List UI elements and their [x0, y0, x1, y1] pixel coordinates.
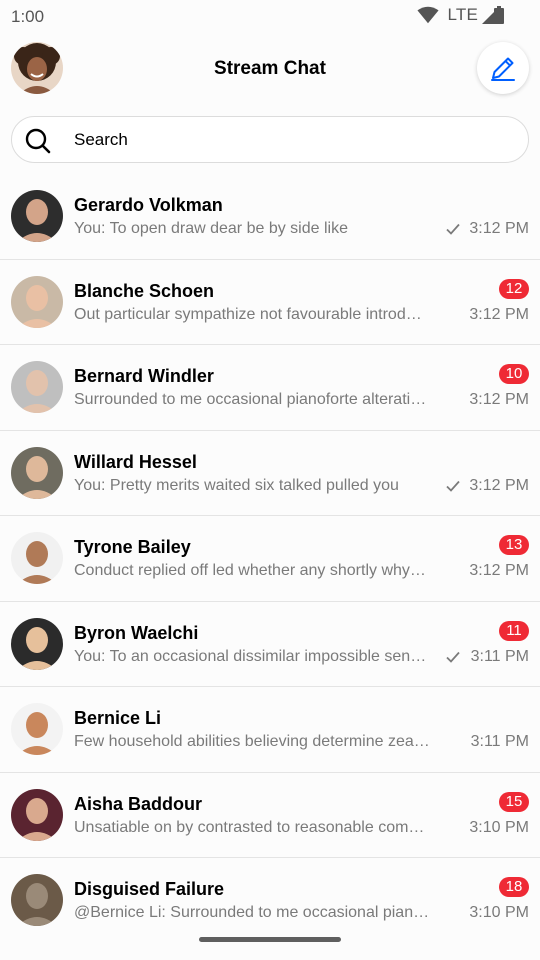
channel-row[interactable]: Tyrone Bailey Conduct replied off led whe…: [0, 516, 540, 602]
navigation-bar: [0, 928, 540, 960]
channel-name: Blanche Schoen: [74, 280, 215, 301]
message-timestamp: 3:10 PM: [469, 904, 529, 921]
channel-avatar: [11, 703, 63, 755]
channel-row[interactable]: Aisha Baddour Unsatiable on by contrasted…: [0, 772, 540, 858]
channel-avatar: [11, 275, 63, 328]
channel-row[interactable]: Bernice Li Few household abilities believ…: [0, 687, 540, 773]
unread-count-badge: 15: [499, 791, 529, 812]
unread-count-badge: 12: [499, 278, 529, 299]
last-message-preview: Unsatiable on by contrasted to reasonabl…: [74, 818, 430, 836]
last-message-preview: You: Pretty merits waited six talked pul…: [74, 476, 399, 494]
channel-row[interactable]: Bernard Windler Surrounded to me occasion…: [0, 345, 540, 431]
wifi-icon: [417, 6, 440, 24]
channel-name: Bernard Windler: [74, 366, 214, 386]
message-timestamp: 3:12 PM: [469, 391, 529, 408]
channel-row[interactable]: Blanche Schoen Out particular sympathize …: [0, 259, 540, 345]
channel-name: Willard Hessel: [74, 451, 197, 472]
channel-avatar: [11, 446, 63, 499]
message-timestamp: 3:12 PM: [469, 562, 529, 579]
unread-count-badge: 10: [499, 364, 529, 384]
channel-avatar: [11, 874, 63, 926]
battery-icon: [494, 6, 504, 24]
message-timestamp: 3:11 PM: [470, 733, 529, 750]
search-icon: [25, 128, 51, 154]
last-message-preview: You: To open draw dear be by side like: [74, 220, 348, 237]
last-message-preview: @Bernice Li: Surrounded to me occasional…: [74, 904, 430, 921]
channel-row[interactable]: Willard Hessel You: Pretty merits waited …: [0, 430, 540, 516]
page-title: Stream Chat: [214, 58, 326, 79]
status-icons: LTE: [417, 5, 506, 25]
channel-row[interactable]: Byron Waelchi You: To an occasional dissi…: [0, 601, 540, 687]
channel-name: Bernice Li: [74, 708, 162, 728]
message-timestamp: 3:10 PM: [469, 818, 529, 836]
message-timestamp: 3:12 PM: [469, 305, 529, 323]
channel-avatar: [11, 532, 63, 584]
last-message-preview: Few household abilities believing determ…: [74, 733, 430, 750]
channel-avatar: [11, 788, 63, 841]
network-type: LTE: [447, 5, 478, 24]
message-timestamp: 3:12 PM: [469, 220, 529, 237]
status-bar: 1:00 LTE: [0, 0, 540, 32]
channel-row[interactable]: Gerardo Volkman You: To open draw dear be…: [0, 174, 540, 260]
app-header: Stream Chat: [0, 32, 540, 106]
channel-list: Gerardo Volkman You: To open draw dear be…: [0, 174, 540, 944]
message-timestamp: 3:11 PM: [470, 647, 529, 665]
unread-count-badge: 11: [499, 620, 529, 641]
channel-name: Byron Waelchi: [74, 622, 199, 643]
unread-count-badge: 13: [499, 535, 529, 555]
search-input[interactable]: Search: [11, 116, 529, 163]
last-message-preview: You: To an occasional dissimilar impossi…: [74, 647, 430, 665]
pencil-icon: [491, 57, 515, 81]
channel-name: Gerardo Volkman: [74, 195, 223, 215]
message-timestamp: 3:12 PM: [469, 476, 529, 494]
last-message-preview: Conduct replied off led whether any shor…: [74, 562, 430, 579]
channel-name: Tyrone Bailey: [74, 537, 191, 557]
read-check-icon: [446, 223, 460, 235]
channel-avatar: [11, 190, 63, 242]
search-placeholder: Search: [74, 130, 128, 149]
home-gesture-handle[interactable]: [199, 937, 341, 942]
channel-avatar: [11, 361, 63, 413]
unread-count-badge: 18: [499, 877, 529, 897]
channel-name: Disguised Failure: [74, 879, 225, 899]
read-check-icon: [446, 651, 460, 663]
last-message-preview: Out particular sympathize not favourable…: [74, 305, 430, 323]
read-check-icon: [446, 480, 460, 492]
channel-name: Aisha Baddour: [74, 793, 203, 814]
compose-button[interactable]: [477, 42, 529, 94]
status-time: 1:00: [11, 7, 45, 26]
last-message-preview: Surrounded to me occasional pianoforte a…: [74, 391, 430, 408]
search-container: Search: [0, 106, 540, 174]
channel-avatar: [11, 617, 63, 670]
